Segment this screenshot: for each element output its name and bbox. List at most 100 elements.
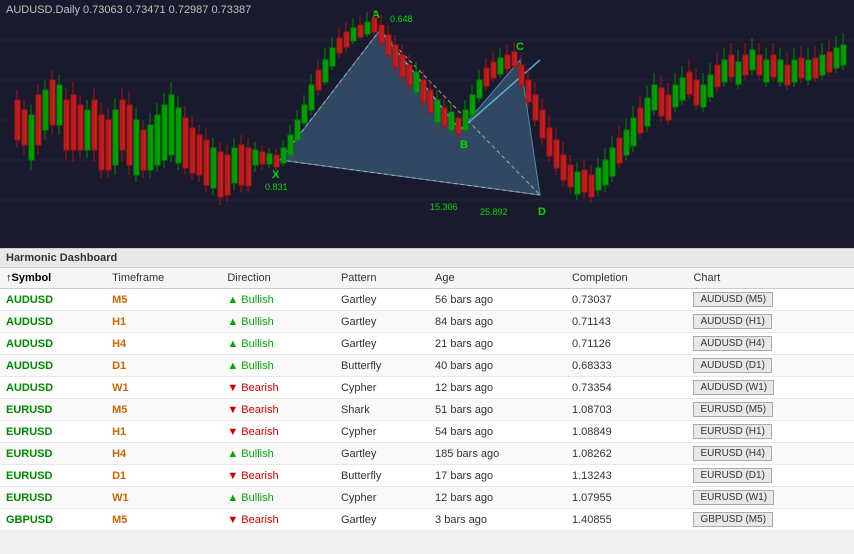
chart-button[interactable]: AUDUSD (H1) [693, 314, 771, 329]
chart-button[interactable]: EURUSD (M5) [693, 402, 773, 417]
cell-age: 17 bars ago [429, 465, 566, 487]
cell-chart[interactable]: EURUSD (W1) [687, 487, 854, 509]
cell-symbol: EURUSD [0, 487, 106, 509]
dashboard-title: Harmonic Dashboard [0, 249, 854, 268]
chart-button[interactable]: EURUSD (H4) [693, 446, 771, 461]
cell-completion: 1.08849 [566, 421, 688, 443]
cell-chart[interactable]: AUDUSD (M5) [687, 289, 854, 311]
cell-tf: W1 [106, 377, 221, 399]
cell-direction: ▲ Bullish [221, 443, 335, 465]
svg-text:X: X [272, 169, 280, 181]
cell-symbol: AUDUSD [0, 289, 106, 311]
cell-age: 185 bars ago [429, 443, 566, 465]
cell-pattern: Gartley [335, 509, 429, 531]
table-row: EURUSD D1 ▼ Bearish Butterfly 17 bars ag… [0, 465, 854, 487]
cell-completion: 0.71126 [566, 333, 688, 355]
cell-direction: ▲ Bullish [221, 333, 335, 355]
chart-button[interactable]: AUDUSD (D1) [693, 358, 771, 373]
cell-completion: 0.71143 [566, 311, 688, 333]
svg-text:D: D [538, 206, 546, 218]
table-row: EURUSD M5 ▼ Bearish Shark 51 bars ago 1.… [0, 399, 854, 421]
cell-symbol: AUDUSD [0, 333, 106, 355]
cell-pattern: Gartley [335, 333, 429, 355]
cell-direction: ▼ Bearish [221, 465, 335, 487]
svg-text:15.306: 15.306 [430, 202, 458, 212]
cell-chart[interactable]: AUDUSD (H4) [687, 333, 854, 355]
cell-tf: M5 [106, 509, 221, 531]
cell-age: 56 bars ago [429, 289, 566, 311]
cell-direction: ▲ Bullish [221, 487, 335, 509]
chart-button[interactable]: AUDUSD (M5) [693, 292, 773, 307]
cell-age: 12 bars ago [429, 487, 566, 509]
svg-text:0.831: 0.831 [265, 182, 288, 192]
cell-age: 40 bars ago [429, 355, 566, 377]
chart-button[interactable]: AUDUSD (H4) [693, 336, 771, 351]
chart-title: AUDUSD.Daily 0.73063 0.73471 0.72987 0.7… [6, 4, 251, 16]
cell-tf: D1 [106, 465, 221, 487]
cell-direction: ▼ Bearish [221, 377, 335, 399]
cell-symbol: AUDUSD [0, 311, 106, 333]
chart-button[interactable]: GBPUSD (M5) [693, 512, 773, 527]
cell-tf: H4 [106, 333, 221, 355]
cell-chart[interactable]: AUDUSD (W1) [687, 377, 854, 399]
chart-button[interactable]: EURUSD (H1) [693, 424, 771, 439]
cell-symbol: EURUSD [0, 443, 106, 465]
cell-direction: ▼ Bearish [221, 421, 335, 443]
chart-button[interactable]: EURUSD (D1) [693, 468, 771, 483]
cell-completion: 0.73354 [566, 377, 688, 399]
col-timeframe[interactable]: Timeframe [106, 268, 221, 289]
cell-completion: 1.07955 [566, 487, 688, 509]
cell-symbol: GBPUSD [0, 509, 106, 531]
cell-symbol: AUDUSD [0, 377, 106, 399]
table-row: EURUSD H4 ▲ Bullish Gartley 185 bars ago… [0, 443, 854, 465]
cell-tf: W1 [106, 487, 221, 509]
table-row: GBPUSD M5 ▼ Bearish Gartley 3 bars ago 1… [0, 509, 854, 531]
table-container[interactable]: ↑Symbol Timeframe Direction Pattern Age [0, 268, 854, 538]
svg-text:0.648: 0.648 [390, 14, 413, 24]
col-age[interactable]: Age [429, 268, 566, 289]
cell-tf: D1 [106, 355, 221, 377]
cell-symbol: EURUSD [0, 465, 106, 487]
cell-tf: M5 [106, 399, 221, 421]
cell-direction: ▼ Bearish [221, 509, 335, 531]
cell-direction: ▲ Bullish [221, 355, 335, 377]
cell-completion: 1.08703 [566, 399, 688, 421]
cell-pattern: Gartley [335, 311, 429, 333]
col-completion[interactable]: Completion [566, 268, 688, 289]
cell-tf: H1 [106, 421, 221, 443]
chart-button[interactable]: EURUSD (W1) [693, 490, 774, 505]
cell-age: 54 bars ago [429, 421, 566, 443]
cell-tf: M5 [106, 289, 221, 311]
cell-chart[interactable]: AUDUSD (D1) [687, 355, 854, 377]
cell-tf: H4 [106, 443, 221, 465]
cell-direction: ▲ Bullish [221, 289, 335, 311]
table-row: EURUSD H1 ▼ Bearish Cypher 54 bars ago 1… [0, 421, 854, 443]
table-row: AUDUSD H1 ▲ Bullish Gartley 84 bars ago … [0, 311, 854, 333]
chart-button[interactable]: AUDUSD (W1) [693, 380, 774, 395]
cell-chart[interactable]: AUDUSD (H1) [687, 311, 854, 333]
cell-tf: H1 [106, 311, 221, 333]
col-symbol[interactable]: ↑Symbol [0, 268, 106, 289]
cell-completion: 0.68333 [566, 355, 688, 377]
col-chart[interactable]: Chart [687, 268, 854, 289]
col-pattern[interactable]: Pattern [335, 268, 429, 289]
cell-pattern: Cypher [335, 377, 429, 399]
cell-chart[interactable]: EURUSD (D1) [687, 465, 854, 487]
cell-chart[interactable]: EURUSD (M5) [687, 399, 854, 421]
cell-symbol: AUDUSD [0, 355, 106, 377]
dashboard: Harmonic Dashboard ↑Symbol Timeframe Dir… [0, 248, 854, 554]
cell-chart[interactable]: GBPUSD (M5) [687, 509, 854, 531]
cell-completion: 1.40855 [566, 509, 688, 531]
cell-pattern: Butterfly [335, 355, 429, 377]
cell-pattern: Butterfly [335, 465, 429, 487]
cell-symbol: EURUSD [0, 421, 106, 443]
cell-pattern: Gartley [335, 289, 429, 311]
cell-chart[interactable]: EURUSD (H1) [687, 421, 854, 443]
col-direction[interactable]: Direction [221, 268, 335, 289]
cell-pattern: Cypher [335, 421, 429, 443]
table-row: AUDUSD M5 ▲ Bullish Gartley 56 bars ago … [0, 289, 854, 311]
cell-completion: 1.08262 [566, 443, 688, 465]
cell-chart[interactable]: EURUSD (H4) [687, 443, 854, 465]
svg-text:B: B [460, 139, 468, 151]
table-row: AUDUSD W1 ▼ Bearish Cypher 12 bars ago 0… [0, 377, 854, 399]
